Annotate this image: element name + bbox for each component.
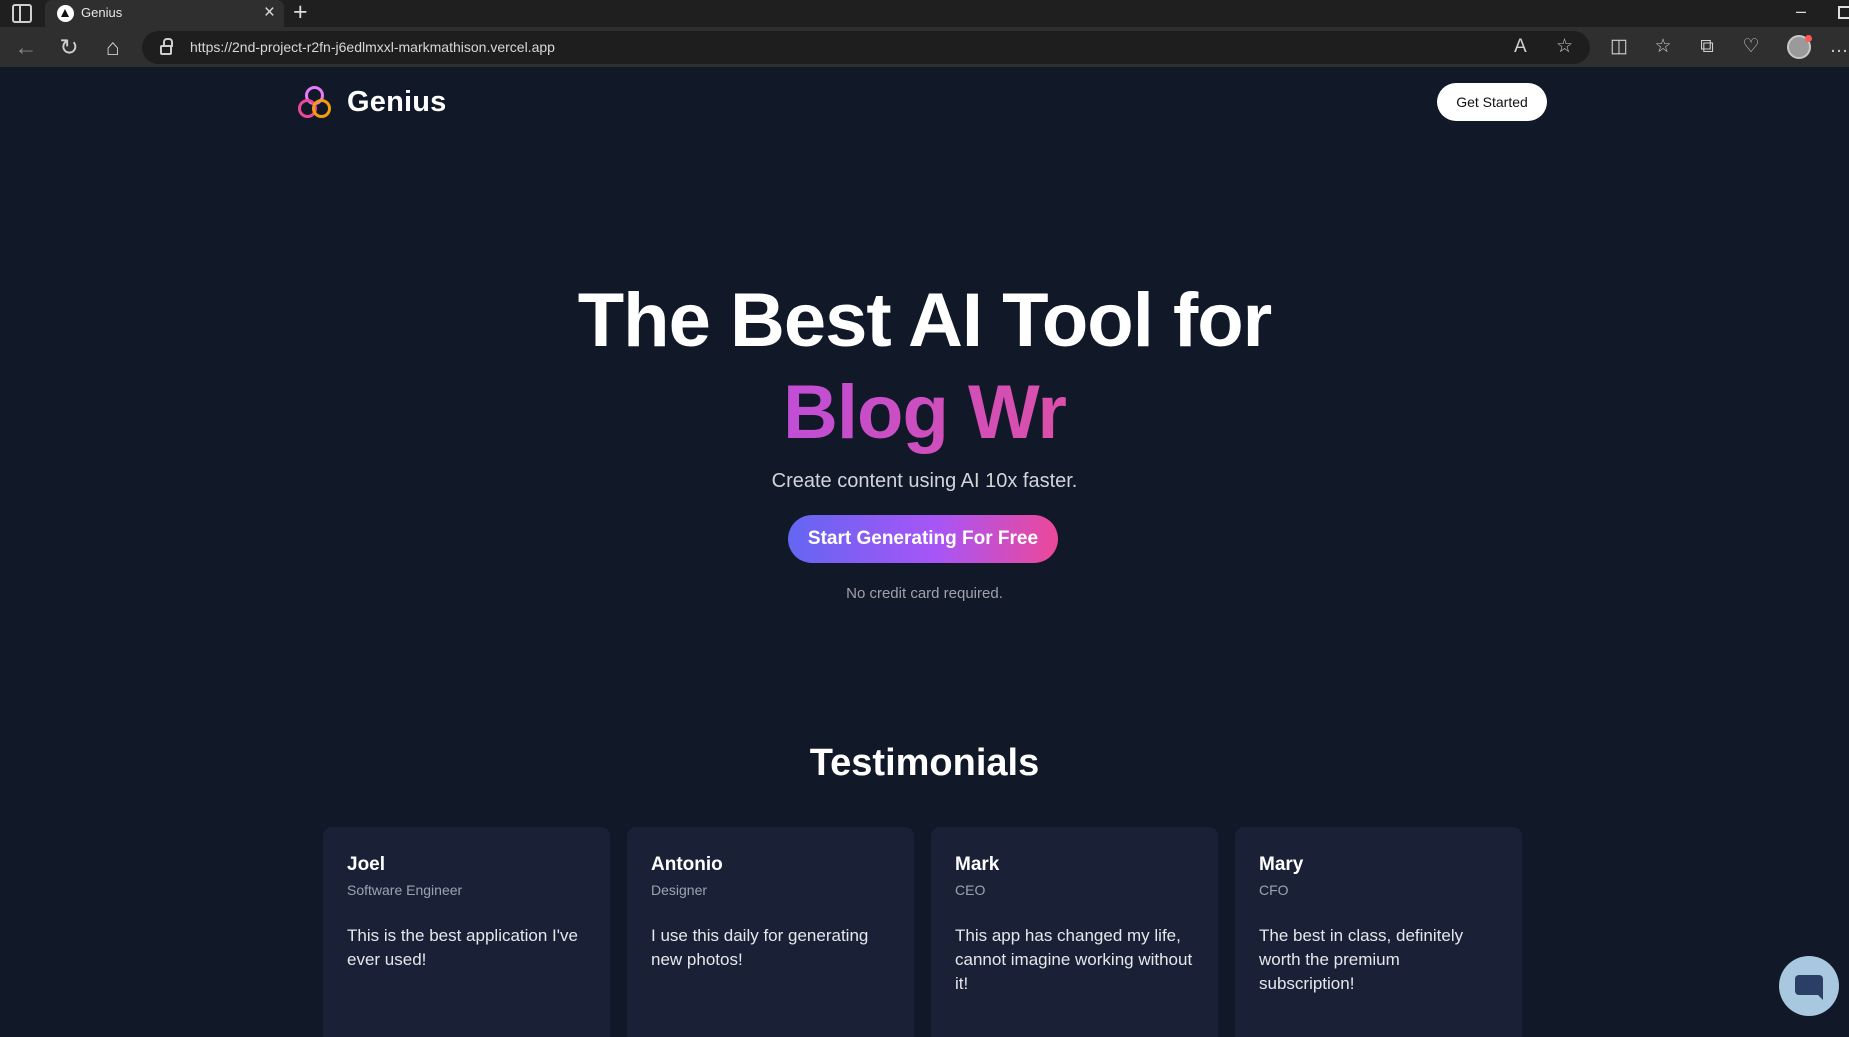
minimize-window-icon[interactable]: – (1796, 0, 1806, 22)
testimonial-text: This app has changed my life, cannot ima… (955, 926, 1193, 993)
profile-avatar[interactable] (1787, 35, 1812, 59)
testimonial-card: Mark CEO This app has changed my life, c… (931, 827, 1218, 1037)
hero-title: The Best AI Tool for (577, 278, 1273, 363)
brand-name[interactable]: Genius (347, 86, 447, 119)
tab-actions-icon[interactable] (12, 4, 32, 23)
hero-typewriter-text: Blog Wr (783, 370, 1067, 455)
favorites-icon[interactable]: ☆ (1650, 35, 1676, 59)
testimonials-grid: Joel Software Engineer This is the best … (323, 827, 1523, 1037)
browser-tab-strip: Genius × + – (0, 0, 1849, 27)
testimonial-card: Joel Software Engineer This is the best … (323, 827, 610, 1037)
testimonial-name: Antonio (651, 854, 723, 875)
testimonials-title: Testimonials (809, 742, 1040, 784)
url-text[interactable]: https://2nd-project-r2fn-j6edlmxxl-markm… (190, 39, 555, 55)
close-tab-icon[interactable]: × (264, 2, 275, 24)
testimonial-name: Mary (1259, 854, 1304, 875)
landing-page: Genius Get Started The Best AI Tool for … (0, 67, 1849, 1037)
split-screen-icon[interactable]: ◫ (1606, 35, 1632, 59)
new-tab-icon[interactable]: + (293, 0, 308, 25)
read-aloud-icon[interactable]: A (1514, 35, 1527, 59)
settings-more-icon[interactable]: … (1826, 35, 1849, 59)
no-credit-card-note: No credit card required. (846, 585, 1003, 602)
browser-essentials-icon[interactable]: ♡ (1738, 35, 1764, 59)
browser-tab[interactable]: Genius × (45, 0, 284, 27)
home-icon[interactable]: ⌂ (99, 33, 127, 61)
testimonial-card: Mary CFO The best in class, definitely w… (1235, 827, 1522, 1037)
genius-logo-icon[interactable] (298, 86, 331, 119)
testimonial-text: I use this daily for generating new phot… (651, 926, 869, 969)
favorite-star-icon[interactable]: ☆ (1556, 35, 1573, 59)
testimonial-card: Antonio Designer I use this daily for ge… (627, 827, 914, 1037)
hero-subtitle: Create content using AI 10x faster. (771, 470, 1078, 492)
maximize-window-icon[interactable] (1838, 6, 1849, 19)
back-icon[interactable]: ← (12, 33, 40, 61)
refresh-icon[interactable]: ↻ (55, 33, 83, 61)
vercel-favicon-icon (57, 5, 74, 22)
testimonial-text: This is the best application I've ever u… (347, 926, 578, 969)
browser-toolbar: ← ↻ ⌂ https://2nd-project-r2fn-j6edlmxxl… (0, 27, 1849, 67)
testimonial-name: Joel (347, 854, 386, 875)
address-bar[interactable]: https://2nd-project-r2fn-j6edlmxxl-markm… (142, 31, 1590, 64)
chat-support-icon[interactable] (1779, 956, 1839, 1016)
lock-icon[interactable] (160, 38, 173, 55)
testimonial-role: Designer (651, 882, 708, 898)
testimonial-text: The best in class, definitely worth the … (1259, 926, 1464, 993)
testimonial-name: Mark (955, 854, 1000, 875)
testimonial-role: Software Engineer (347, 882, 463, 898)
start-generating-button[interactable]: Start Generating For Free (788, 515, 1058, 563)
tab-title: Genius (81, 5, 123, 20)
get-started-button[interactable]: Get Started (1437, 83, 1547, 121)
collections-icon[interactable]: ⧉ (1694, 35, 1720, 59)
testimonial-role: CFO (1259, 882, 1289, 898)
testimonial-role: CEO (955, 882, 986, 898)
